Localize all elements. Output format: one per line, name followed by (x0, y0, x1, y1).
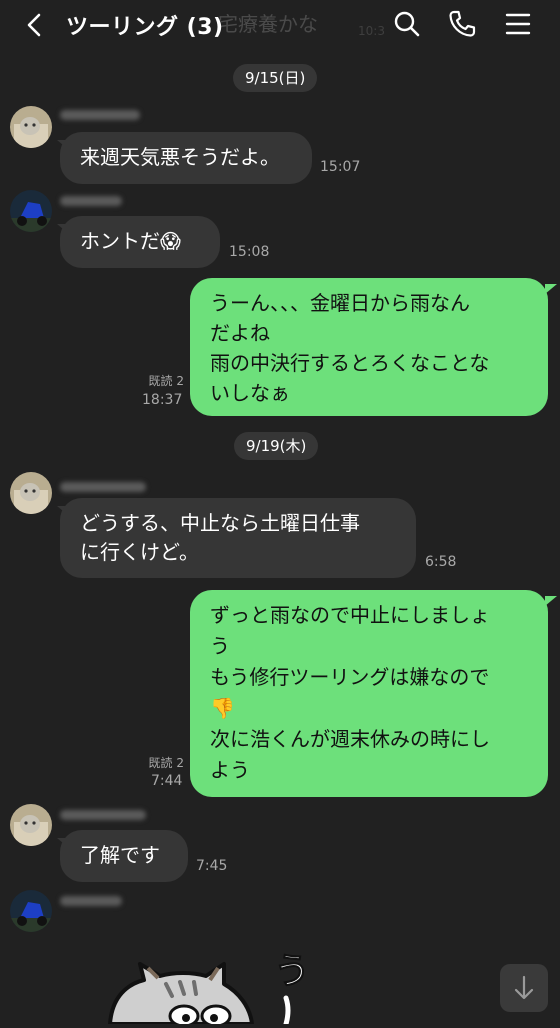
message-text: もう修行ツーリングは嫌なので (210, 665, 490, 689)
ghost-preview-text: 宅療養かな (218, 12, 318, 36)
avatar[interactable] (10, 190, 52, 232)
sticker-text: う (273, 951, 311, 993)
message-text: うーん、、、金曜日から雨なん (210, 291, 470, 315)
date-separator: 9/15(日) (233, 64, 318, 92)
sender-name-blurred (60, 196, 122, 206)
avatar[interactable] (10, 472, 52, 514)
message-text: どうする、中止なら土曜日仕事 (80, 511, 360, 535)
message-text: 来週天気悪そうだよ。 (80, 145, 280, 169)
date-separator: 9/19(木) (234, 432, 319, 460)
message-time: 7:44 (151, 773, 183, 789)
sender-name-blurred (60, 110, 140, 120)
phone-icon[interactable] (447, 9, 477, 39)
read-receipt: 既読 2 (148, 374, 184, 388)
message-bubble[interactable]: ホントだ😱 (60, 216, 220, 268)
ghost-preview-time: 10:3 (358, 24, 385, 38)
search-icon[interactable] (392, 9, 422, 39)
avatar[interactable] (10, 804, 52, 846)
message-text: ずっと雨なので中止にしましょ (210, 603, 490, 627)
message-text: 次に浩くんが週末休みの時にし (210, 727, 490, 751)
message-bubble[interactable]: 了解です (60, 830, 188, 882)
message-text: ホントだ😱 (80, 229, 181, 253)
message-text: だよね (210, 321, 270, 345)
message-text: 雨の中決行するとろくなことな (210, 351, 490, 375)
sticker[interactable]: う (100, 936, 320, 1028)
sender-name-blurred (60, 896, 122, 906)
sender-name-blurred (60, 810, 146, 820)
message-time: 6:58 (425, 554, 457, 570)
hamburger-menu-icon[interactable] (503, 9, 533, 39)
message-text: う (210, 634, 230, 658)
read-receipt: 既読 2 (148, 756, 184, 770)
message-bubble-outgoing[interactable]: ずっと雨なので中止にしましょ う もう修行ツーリングは嫌なので 👎 次に浩くんが… (190, 590, 548, 797)
sender-name-blurred (60, 482, 146, 492)
chat-title: ツーリング (3) (66, 15, 224, 40)
avatar[interactable] (10, 890, 52, 932)
message-bubble[interactable]: どうする、中止なら土曜日仕事 に行くけど。 (60, 498, 416, 578)
message-time: 7:45 (196, 858, 228, 874)
message-text: いしなぁ (210, 381, 290, 405)
message-bubble-outgoing[interactable]: うーん、、、金曜日から雨なん だよね 雨の中決行するとろくなことな いしなぁ (190, 278, 548, 416)
message-time: 18:37 (142, 392, 183, 408)
message-time: 15:08 (229, 244, 270, 260)
scroll-to-bottom-button[interactable] (500, 964, 548, 1012)
avatar[interactable] (10, 106, 52, 148)
bubble-tail (545, 596, 557, 606)
chat-header: 宅療養かな 10:3 ツーリング (3) (0, 0, 560, 50)
bubble-tail (545, 284, 557, 294)
message-bubble[interactable]: 来週天気悪そうだよ。 (60, 132, 312, 184)
message-text: よう (210, 758, 250, 782)
arrow-down-icon (514, 975, 534, 1000)
chevron-left-icon[interactable] (22, 11, 48, 39)
message-text: 了解です (80, 843, 160, 867)
message-time: 15:07 (320, 159, 361, 175)
message-text: に行くけど。 (80, 540, 199, 564)
thumbs-down-emoji: 👎 (210, 696, 235, 720)
